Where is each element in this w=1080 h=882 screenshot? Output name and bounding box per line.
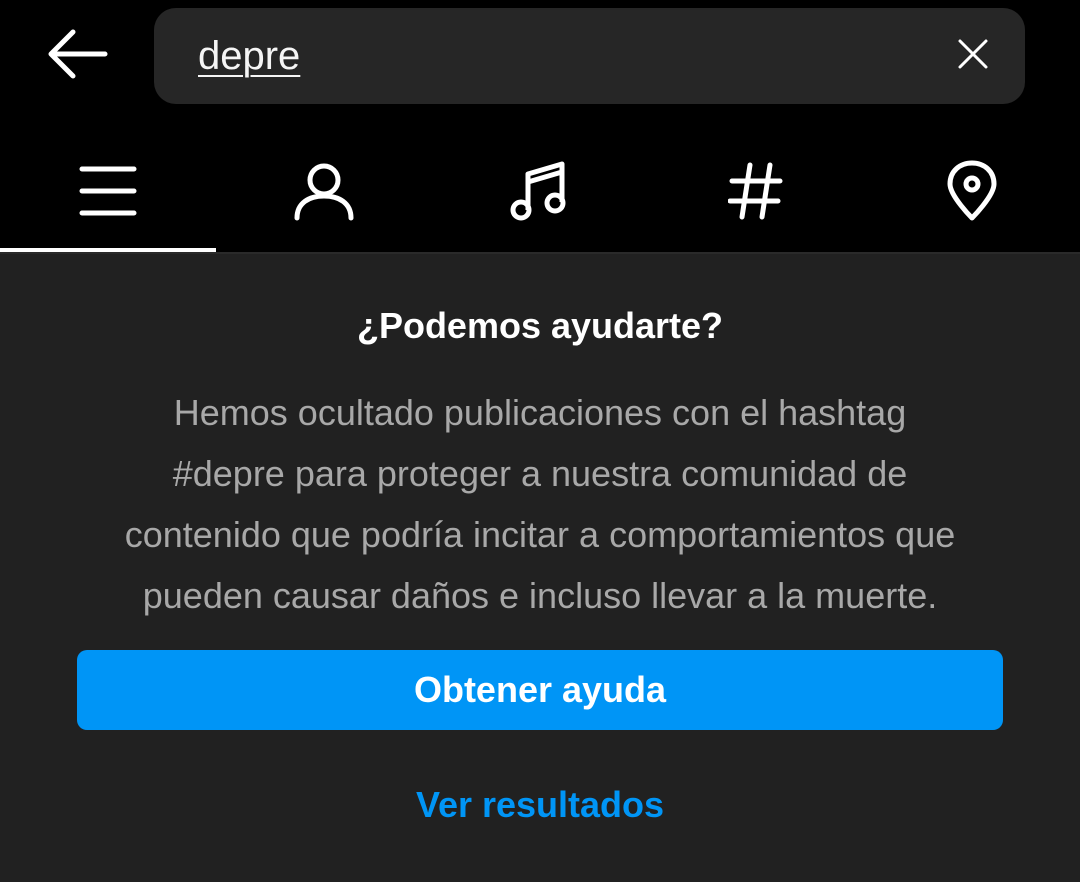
arrow-left-icon	[45, 29, 109, 84]
help-message-line: Hemos ocultado publicaciones con el hash…	[173, 392, 907, 433]
tab-tags[interactable]	[648, 130, 864, 252]
search-field[interactable]: depre	[154, 8, 1025, 104]
music-note-icon	[510, 160, 570, 222]
top-bar: depre	[0, 0, 1080, 130]
tab-places[interactable]	[864, 130, 1080, 252]
tab-top[interactable]	[0, 130, 216, 252]
search-input-value[interactable]: depre	[198, 34, 300, 78]
back-button[interactable]	[40, 24, 114, 88]
close-icon	[957, 38, 989, 75]
search-tabs	[0, 130, 1080, 252]
person-icon	[293, 161, 355, 221]
help-message-line: contenido que podría incitar a comportam…	[124, 514, 956, 555]
menu-lines-icon	[78, 163, 138, 219]
help-title: ¿Podemos ayudarte?	[356, 305, 724, 346]
help-message-line: pueden causar daños e incluso llevar a l…	[142, 575, 938, 616]
tab-audio[interactable]	[432, 130, 648, 252]
help-panel: ¿Podemos ayudarte? Hemos ocultado public…	[0, 254, 1080, 882]
get-help-button[interactable]: Obtener ayuda	[77, 650, 1003, 730]
hashtag-icon	[728, 161, 784, 221]
help-message: Hemos ocultado publicaciones con el hash…	[70, 382, 1010, 626]
clear-search-button[interactable]	[951, 34, 995, 78]
tab-accounts[interactable]	[216, 130, 432, 252]
location-pin-icon	[946, 160, 998, 222]
see-results-link[interactable]: Ver resultados	[0, 782, 1080, 828]
help-message-line: #depre para proteger a nuestra comunidad…	[172, 453, 908, 494]
